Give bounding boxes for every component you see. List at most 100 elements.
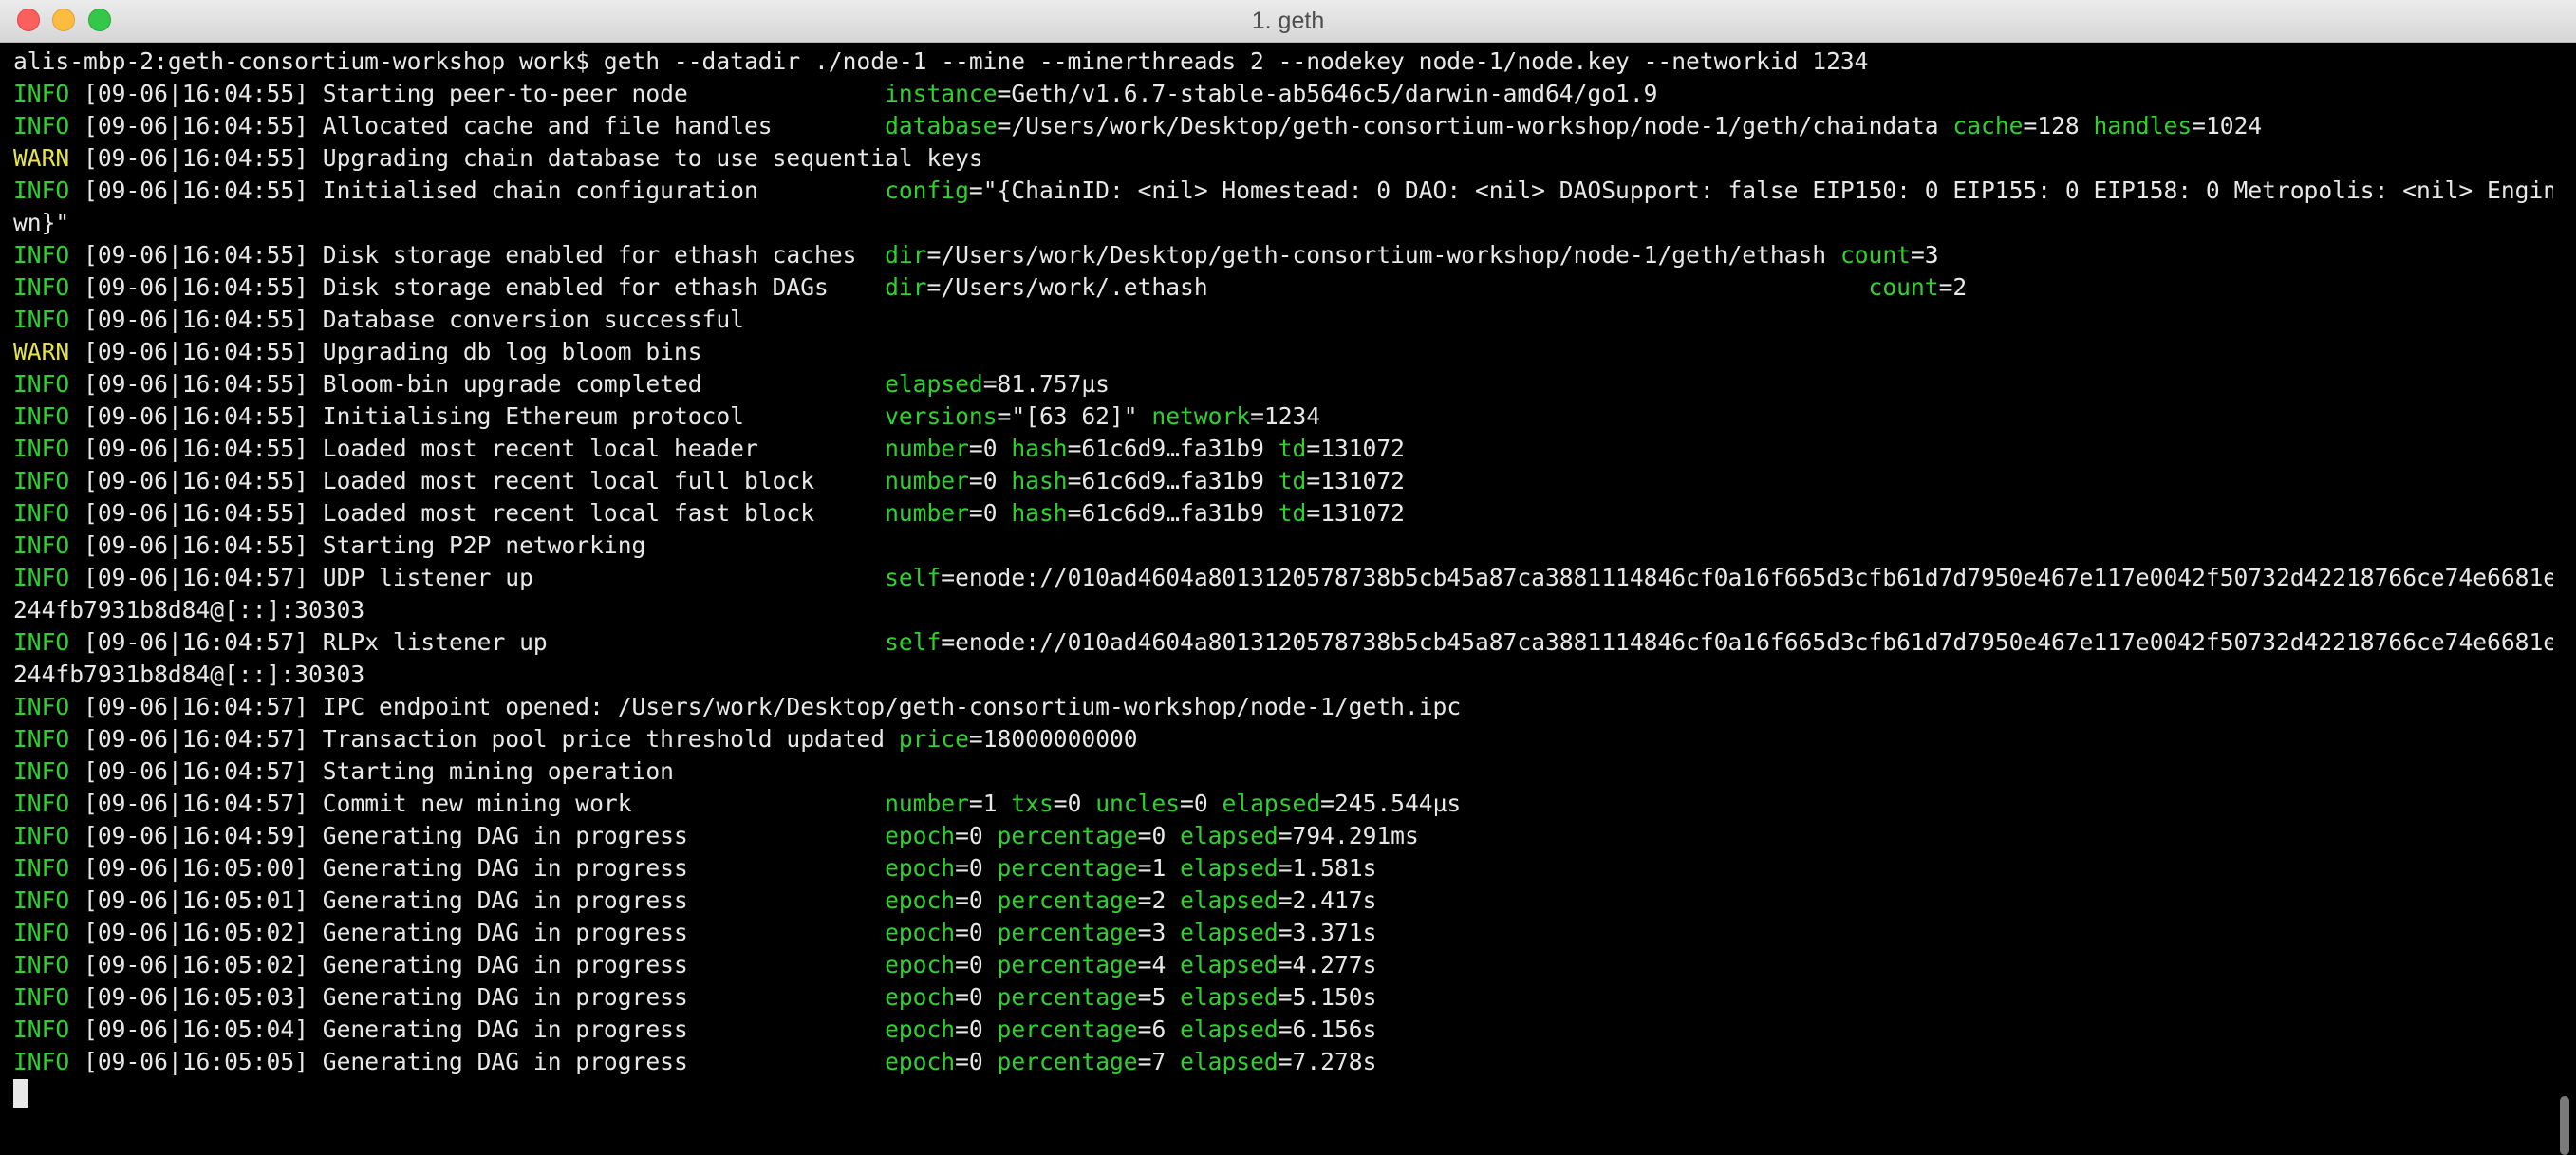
ctx-key: percentage [997,1048,1138,1075]
ctx-value: 61c6d9…fa31b9 [1081,467,1264,494]
ctx-value: 61c6d9…fa31b9 [1081,435,1264,462]
log-timestamp: [09-06|16:04:55] [84,338,308,365]
ctx-key: dir [885,273,927,301]
ctx-value: 4.277s [1292,951,1377,978]
ctx-value: 794.291ms [1292,822,1419,849]
scrollbar[interactable] [2553,43,2576,1155]
ctx-key: percentage [997,1015,1138,1043]
log-level: INFO [13,531,70,559]
log-level: INFO [13,177,70,204]
ctx-value: 0 [968,951,983,978]
ctx-key: percentage [997,951,1138,978]
log-line: INFO [09-06|16:04:55] Allocated cache an… [13,112,2263,140]
ctx-key: hash [1011,435,1068,462]
ctx-value: 0 [982,467,998,494]
log-level: INFO [13,951,70,978]
log-timestamp: [09-06|16:04:55] [84,467,308,494]
title-bar[interactable]: 1. geth [0,0,2576,43]
ctx-key: count [1839,241,1911,269]
ctx-value: 131072 [1320,499,1405,527]
log-line: INFO [09-06|16:04:55] Disk storage enabl… [13,273,1968,301]
log-level: INFO [13,1048,70,1075]
log-level: INFO [13,306,70,333]
log-level: INFO [13,402,70,430]
log-level: INFO [13,919,70,946]
log-timestamp: [09-06|16:04:59] [84,822,308,849]
ctx-key: number [885,435,969,462]
ctx-value: 3 [1151,919,1167,946]
log-line: INFO [09-06|16:05:05] Generating DAG in … [13,1048,1377,1075]
ctx-value: 245.544µs [1334,790,1462,817]
log-line: INFO [09-06|16:04:57] RLPx listener up s… [13,626,2553,659]
log-timestamp: [09-06|16:04:55] [84,499,308,527]
log-line: INFO [09-06|16:04:55] Loaded most recent… [13,435,1405,462]
ctx-key: elapsed [1180,1015,1279,1043]
log-level: WARN [13,144,70,172]
log-timestamp: [09-06|16:05:04] [84,1015,308,1043]
log-timestamp: [09-06|16:05:00] [84,854,308,882]
ctx-key: instance [885,80,998,107]
ctx-key: number [885,790,969,817]
log-level: INFO [13,241,70,269]
log-timestamp: [09-06|16:04:55] [84,531,308,559]
log-message: Generating DAG in progress [322,854,688,882]
ctx-key: txs [1011,790,1054,817]
log-message: Generating DAG in progress [322,886,688,914]
ctx-key: count [1868,273,1939,301]
log-level: INFO [13,822,70,849]
ctx-key: self [885,564,942,591]
log-message: Disk storage enabled for ethash caches [322,241,857,269]
log-line: WARN [09-06|16:04:55] Upgrading db log b… [13,336,2553,368]
log-message: Generating DAG in progress [322,1048,688,1075]
log-line: INFO [09-06|16:05:01] Generating DAG in … [13,886,1377,914]
log-line: INFO [09-06|16:04:55] Bloom-bin upgrade … [13,370,1110,398]
ctx-value: 131072 [1320,435,1405,462]
ctx-key: versions [885,402,998,430]
log-level: INFO [13,80,70,107]
ctx-key: epoch [885,1015,956,1043]
ctx-value: 0 [1151,822,1167,849]
log-timestamp: [09-06|16:05:01] [84,886,308,914]
ctx-value: 7.278s [1292,1048,1377,1075]
ctx-value: 1 [982,790,998,817]
log-timestamp: [09-06|16:05:05] [84,1048,308,1075]
ctx-key: number [885,499,969,527]
scrollbar-thumb[interactable] [2560,1096,2569,1155]
log-message: Allocated cache and file handles [322,112,773,140]
log-level: INFO [13,886,70,914]
log-line: INFO [09-06|16:04:59] Generating DAG in … [13,822,1419,849]
log-message: Starting P2P networking [322,531,646,559]
log-timestamp: [09-06|16:05:02] [84,919,308,946]
ctx-value: 6 [1151,1015,1167,1043]
terminal-output[interactable]: alis-mbp-2:geth-consortium-workshop work… [0,43,2553,1116]
ctx-key: elapsed [1180,983,1279,1011]
ctx-value: 131072 [1320,467,1405,494]
log-message: Upgrading chain database to use sequenti… [322,144,983,172]
ctx-key: database [885,112,998,140]
ctx-value: enode://010ad4604a8013120578738b5cb45a87… [955,564,2553,591]
log-line: INFO [09-06|16:05:02] Generating DAG in … [13,919,1377,946]
ctx-key: hash [1011,467,1068,494]
log-timestamp: [09-06|16:04:57] [84,693,308,720]
log-level: INFO [13,983,70,1011]
ctx-value: 0 [982,499,998,527]
log-line: INFO [09-06|16:04:55] Database conversio… [13,304,2553,336]
ctx-value: 2 [1151,886,1167,914]
log-level: INFO [13,757,70,785]
ctx-value: 1.581s [1292,854,1377,882]
log-line: INFO [09-06|16:05:00] Generating DAG in … [13,854,1377,882]
log-message: Generating DAG in progress [322,951,688,978]
ctx-key: epoch [885,1048,956,1075]
log-message: Generating DAG in progress [322,822,688,849]
ctx-value: 18000000000 [982,725,1138,753]
log-line: INFO [09-06|16:04:57] Starting mining op… [13,755,2553,788]
log-message: Starting mining operation [322,757,674,785]
ctx-value: 0 [968,886,983,914]
ctx-value: 0 [1193,790,1208,817]
log-message: Upgrading db log bloom bins [322,338,702,365]
ctx-key: price [898,725,969,753]
ctx-value: enode://010ad4604a8013120578738b5cb45a87… [955,628,2553,656]
log-message: RLPx listener up [322,628,548,656]
log-message: IPC endpoint opened: /Users/work/Desktop… [322,693,1462,720]
ctx-key: elapsed [1180,822,1279,849]
